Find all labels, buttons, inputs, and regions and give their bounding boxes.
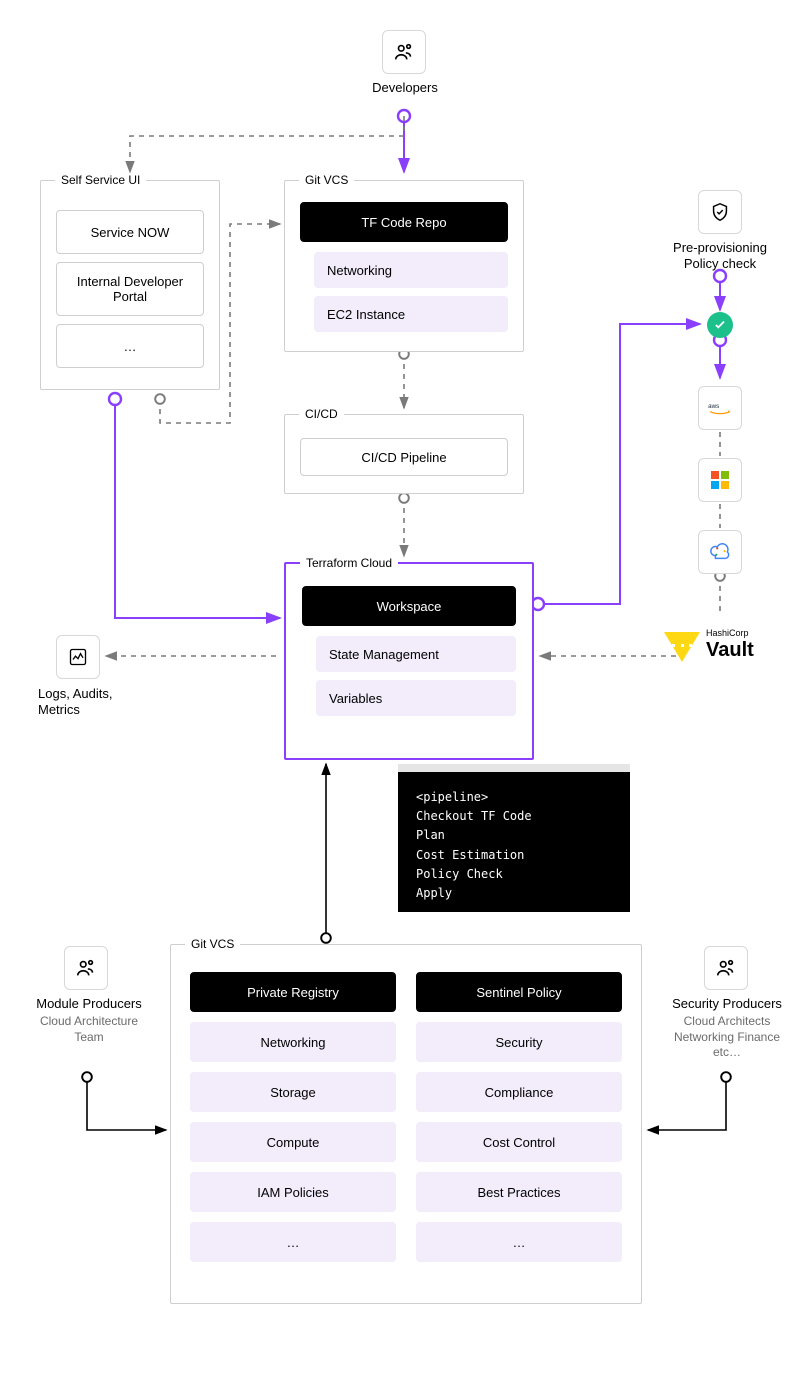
git-vcs-bottom-legend: Git VCS — [185, 937, 240, 951]
vault-name: Vault — [706, 638, 754, 663]
self-service-item: … — [56, 324, 204, 368]
security-producers-sub: Cloud Architects Networking Finance etc… — [660, 1014, 794, 1061]
logs-label: Logs, Audits, Metrics — [38, 686, 138, 719]
term-line: Apply — [416, 884, 612, 903]
self-service-legend: Self Service UI — [55, 173, 146, 187]
tf-code-repo-header: TF Code Repo — [300, 202, 508, 242]
sentinel-item: Best Practices — [416, 1172, 622, 1212]
term-line: Policy Check — [416, 865, 612, 884]
sentinel-item: … — [416, 1222, 622, 1262]
sentinel-item: Security — [416, 1022, 622, 1062]
registry-item: … — [190, 1222, 396, 1262]
self-service-item: Internal Developer Portal — [56, 262, 204, 316]
pipeline-terminal: <pipeline> Checkout TF Code Plan Cost Es… — [398, 772, 630, 912]
registry-item: Networking — [190, 1022, 396, 1062]
term-line: Checkout TF Code — [416, 807, 612, 826]
tf-cloud-item: Variables — [316, 680, 516, 716]
terraform-cloud-legend: Terraform Cloud — [300, 556, 398, 570]
check-badge-icon — [707, 312, 733, 338]
module-producers-icon — [64, 946, 108, 990]
aws-icon: aws — [698, 386, 742, 430]
term-line: <pipeline> — [416, 788, 612, 807]
module-producers-title: Module Producers — [24, 996, 154, 1012]
git-vcs-item: EC2 Instance — [314, 296, 508, 332]
git-vcs-item: Networking — [314, 252, 508, 288]
shield-check-icon — [698, 190, 742, 234]
security-producers-title: Security Producers — [660, 996, 794, 1012]
developers-icon — [382, 30, 426, 74]
policy-check-label: Pre-provisioning Policy check — [660, 240, 780, 273]
module-producers-sub: Cloud Architecture Team — [24, 1014, 154, 1045]
cicd-legend: CI/CD — [299, 407, 344, 421]
private-registry-header: Private Registry — [190, 972, 396, 1012]
sentinel-header: Sentinel Policy — [416, 972, 622, 1012]
git-vcs-top-legend: Git VCS — [299, 173, 354, 187]
cicd-item: CI/CD Pipeline — [300, 438, 508, 476]
registry-item: Storage — [190, 1072, 396, 1112]
logs-icon — [56, 635, 100, 679]
tf-cloud-item: State Management — [316, 636, 516, 672]
registry-item: IAM Policies — [190, 1172, 396, 1212]
sentinel-item: Compliance — [416, 1072, 622, 1112]
term-line: Plan — [416, 826, 612, 845]
gcp-icon — [698, 530, 742, 574]
term-line: Cost Estimation — [416, 846, 612, 865]
workspace-header: Workspace — [302, 586, 516, 626]
developers-label: Developers — [360, 80, 450, 96]
self-service-item: Service NOW — [56, 210, 204, 254]
registry-item: Compute — [190, 1122, 396, 1162]
sentinel-item: Cost Control — [416, 1122, 622, 1162]
azure-icon — [698, 458, 742, 502]
security-producers-icon — [704, 946, 748, 990]
svg-text:aws: aws — [708, 403, 719, 410]
